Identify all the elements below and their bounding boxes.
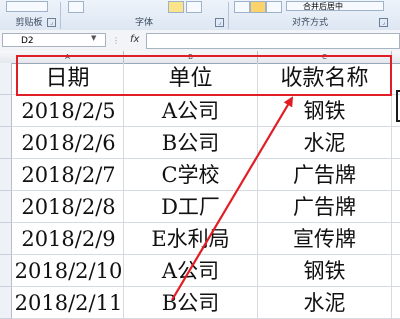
table-row: 2018/2/9 E水利局 宣传牌 — [0, 223, 400, 255]
formula-bar-grip-icon: ⋮ — [112, 36, 121, 45]
table-cell[interactable]: 2018/2/6 — [12, 127, 124, 159]
table-cell[interactable] — [392, 223, 400, 255]
table-cell[interactable]: 2018/2/11 — [12, 287, 124, 319]
table-row: 2018/2/5 A公司 钢铁 — [0, 95, 400, 127]
alignment-group-label: 对齐方式 — [291, 18, 328, 28]
ribbon-separator — [60, 2, 61, 29]
table-cell[interactable]: 广告牌 — [258, 159, 392, 191]
table-cell[interactable] — [392, 127, 400, 159]
ribbon-separator — [228, 2, 229, 29]
table-row: 2018/2/6 B公司 水泥 — [0, 127, 400, 159]
align-left-button[interactable] — [234, 1, 250, 13]
row-header[interactable] — [0, 255, 12, 287]
table-row: 2018/2/8 D工厂 广告牌 — [0, 191, 400, 223]
align-right-button[interactable] — [266, 1, 282, 13]
table-row: 2018/2/7 C学校 广告牌 — [0, 159, 400, 191]
table-cell[interactable]: 宣传牌 — [258, 223, 392, 255]
table-cell[interactable] — [392, 255, 400, 287]
clipboard-group: 剪贴板 ⌟ — [0, 0, 58, 30]
chevron-down-icon[interactable]: ▼ — [91, 34, 96, 42]
font-group: 字体 ⌟ — [62, 0, 226, 30]
row-header[interactable] — [0, 127, 12, 159]
insert-function-button[interactable]: fx — [130, 34, 139, 45]
alignment-launcher-icon[interactable]: ⌟ — [379, 18, 388, 27]
font-color-button[interactable] — [186, 1, 202, 13]
table-cell[interactable] — [392, 287, 400, 319]
active-cell-border — [396, 90, 400, 122]
table-cell[interactable] — [392, 159, 400, 191]
font-launcher-icon[interactable]: ⌟ — [215, 18, 224, 27]
table-cell[interactable]: 水泥 — [258, 127, 392, 159]
formula-input[interactable] — [146, 33, 400, 49]
table-row: 2018/2/10 A公司 钢铁 — [0, 255, 400, 287]
row-header[interactable] — [0, 95, 12, 127]
format-painter-button[interactable] — [6, 1, 48, 12]
border-button[interactable] — [68, 1, 84, 13]
table-cell[interactable]: 2018/2/10 — [12, 255, 124, 287]
table-cell[interactable]: 钢铁 — [258, 255, 392, 287]
table-cell[interactable]: C学校 — [124, 159, 258, 191]
formula-bar: D2 ▼ ⋮ fx — [0, 30, 400, 52]
table-cell[interactable]: 2018/2/8 — [12, 191, 124, 223]
table-cell[interactable]: D工厂 — [124, 191, 258, 223]
table-cell[interactable]: 广告牌 — [258, 191, 392, 223]
table-cell[interactable]: 水泥 — [258, 287, 392, 319]
table-row: 2018/2/11 B公司 水泥 — [0, 287, 400, 319]
table-cell[interactable]: E水利局 — [124, 223, 258, 255]
alignment-group: 合并后居中 对齐方式 ⌟ — [230, 0, 390, 30]
clipboard-launcher-icon[interactable]: ⌟ — [47, 18, 56, 27]
table-cell[interactable]: A公司 — [124, 255, 258, 287]
table-cell[interactable]: 钢铁 — [258, 95, 392, 127]
table-cell[interactable]: 2018/2/7 — [12, 159, 124, 191]
table-cell[interactable]: B公司 — [124, 287, 258, 319]
table-cell[interactable] — [392, 191, 400, 223]
table-cell[interactable]: B公司 — [124, 127, 258, 159]
table-cell[interactable]: 2018/2/5 — [12, 95, 124, 127]
row-header[interactable] — [0, 223, 12, 255]
row-header[interactable] — [0, 287, 12, 319]
row-header[interactable] — [0, 191, 12, 223]
column-header-d[interactable] — [392, 51, 400, 63]
table-cell[interactable]: A公司 — [124, 95, 258, 127]
ribbon: 剪贴板 ⌟ 字体 ⌟ 合并后居中 对齐方式 ⌟ — [0, 0, 400, 31]
fill-color-button[interactable] — [168, 1, 184, 13]
row-header[interactable] — [0, 159, 12, 191]
font-group-label: 字体 — [134, 18, 153, 28]
annotation-highlight-box — [16, 55, 392, 96]
align-center-button[interactable] — [250, 1, 266, 13]
table-cell[interactable]: 2018/2/9 — [12, 223, 124, 255]
merge-center-button[interactable]: 合并后居中 — [286, 1, 384, 11]
worksheet-grid: 日期 单位 收款名称 2018/2/5 A公司 钢铁 2018/2/6 B公司 … — [0, 63, 400, 319]
row-header[interactable] — [0, 63, 12, 95]
